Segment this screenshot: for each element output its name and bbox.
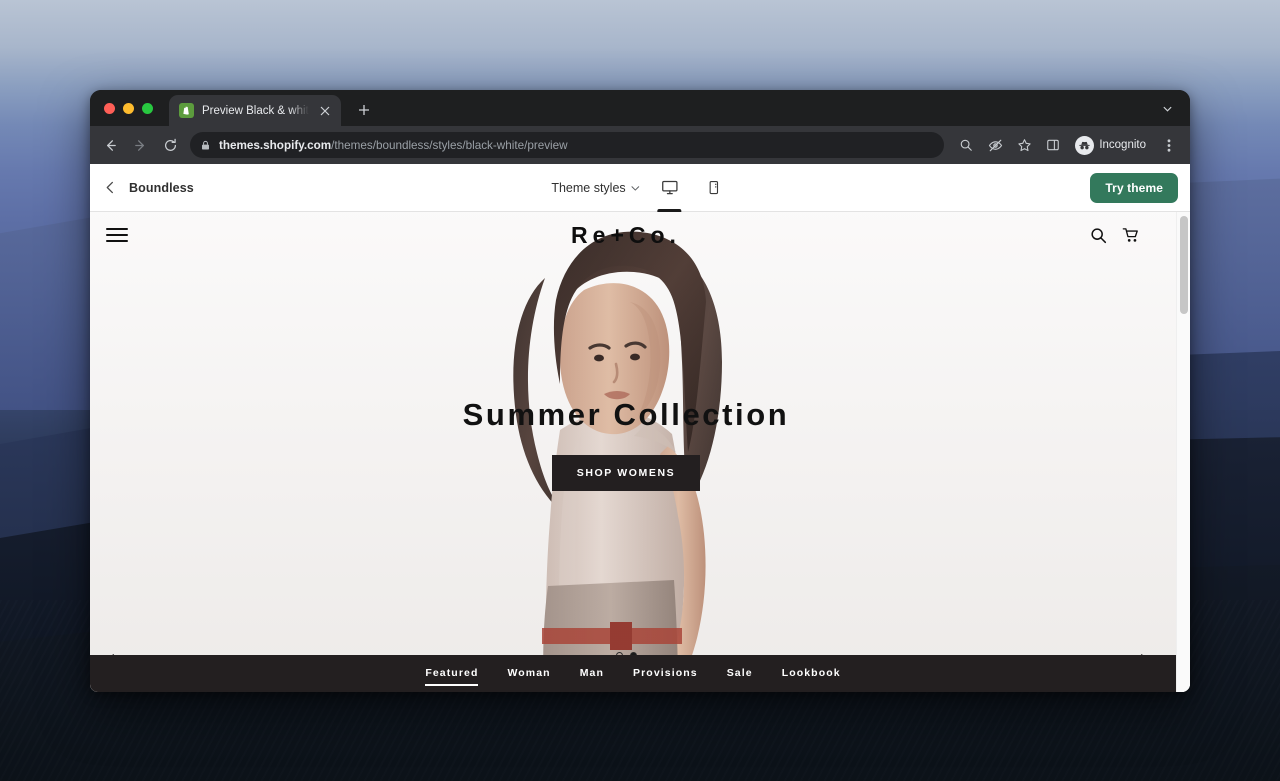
- theme-name-label: Boundless: [129, 180, 194, 195]
- store-header-actions: [1090, 226, 1140, 244]
- close-icon[interactable]: [317, 103, 333, 119]
- store-header: Re+Co.: [90, 212, 1162, 258]
- star-icon[interactable]: [1010, 131, 1038, 159]
- chevron-left-icon[interactable]: [98, 176, 122, 200]
- browser-toolbar: themes.shopify.com/themes/boundless/styl…: [90, 126, 1190, 164]
- toolbar-actions: Incognito: [952, 131, 1182, 159]
- theme-styles-label: Theme styles: [551, 180, 626, 195]
- address-bar-url: themes.shopify.com/themes/boundless/styl…: [219, 139, 568, 152]
- chevron-down-icon: [631, 183, 641, 193]
- window-traffic-lights: [102, 90, 159, 126]
- incognito-avatar-icon: [1075, 135, 1095, 155]
- store-bottom-nav: Featured Woman Man Provisions Sale Lookb…: [90, 655, 1176, 692]
- incognito-profile-button[interactable]: Incognito: [1071, 132, 1155, 158]
- hamburger-menu-icon[interactable]: [106, 228, 128, 242]
- tabstrip-right-controls: [1154, 90, 1190, 126]
- nav-item-lookbook[interactable]: Lookbook: [782, 658, 841, 689]
- window-close-button[interactable]: [104, 102, 115, 114]
- try-theme-button[interactable]: Try theme: [1090, 172, 1178, 203]
- browser-tab-title: Preview Black & white Theme: [202, 104, 309, 117]
- search-icon[interactable]: [952, 131, 980, 159]
- desktop-wallpaper: Preview Black & white Theme: [0, 0, 1280, 781]
- browser-tab-strip: Preview Black & white Theme: [90, 90, 1190, 126]
- back-arrow-icon[interactable]: [96, 131, 124, 159]
- desktop-view-button[interactable]: [655, 164, 685, 212]
- page-scrollbar[interactable]: [1176, 212, 1190, 692]
- hero-slide: Re+Co. Summer Collection SHOP WOMENS: [90, 212, 1176, 692]
- nav-item-provisions[interactable]: Provisions: [633, 658, 698, 689]
- hero-content: Summer Collection SHOP WOMENS: [90, 397, 1162, 491]
- search-icon[interactable]: [1090, 227, 1107, 244]
- nav-item-woman[interactable]: Woman: [507, 658, 550, 689]
- incognito-label: Incognito: [1099, 139, 1146, 151]
- forward-arrow-icon[interactable]: [126, 131, 154, 159]
- browser-window: Preview Black & white Theme: [90, 90, 1190, 692]
- new-tab-button[interactable]: [351, 97, 377, 123]
- browser-tab[interactable]: Preview Black & white Theme: [169, 95, 341, 126]
- url-host: themes.shopify.com: [219, 138, 332, 152]
- nav-item-featured[interactable]: Featured: [425, 658, 479, 689]
- mobile-phone-icon: [706, 180, 721, 195]
- preview-bar-left: Boundless: [98, 176, 194, 200]
- desktop-monitor-icon: [661, 179, 678, 196]
- chevron-down-icon[interactable]: [1154, 95, 1180, 121]
- url-path: /themes/boundless/styles/black-white/pre…: [331, 138, 568, 152]
- mobile-view-button[interactable]: [699, 164, 729, 212]
- hero-title: Summer Collection: [462, 397, 790, 432]
- kebab-menu-icon[interactable]: [1156, 131, 1182, 159]
- theme-preview-bar: Boundless Theme styles Try theme: [90, 164, 1190, 212]
- side-panel-icon[interactable]: [1039, 131, 1067, 159]
- eye-slash-icon[interactable]: [981, 131, 1009, 159]
- window-maximize-button[interactable]: [142, 102, 153, 114]
- reload-icon[interactable]: [156, 131, 184, 159]
- page-viewport: Boundless Theme styles Try theme Re+Co. …: [90, 164, 1190, 692]
- nav-item-man[interactable]: Man: [580, 658, 604, 689]
- nav-item-sale[interactable]: Sale: [727, 658, 753, 689]
- shopify-bag-icon: [179, 103, 194, 118]
- preview-bar-center-controls: Theme styles: [551, 164, 728, 212]
- shop-womens-button[interactable]: SHOP WOMENS: [551, 455, 701, 491]
- window-minimize-button[interactable]: [123, 102, 134, 114]
- shopping-cart-icon[interactable]: [1122, 226, 1140, 244]
- store-brand-logo[interactable]: Re+Co.: [571, 222, 681, 249]
- address-bar[interactable]: themes.shopify.com/themes/boundless/styl…: [190, 132, 945, 158]
- lock-icon: [200, 140, 211, 151]
- store-preview: Re+Co. Summer Collection SHOP WOMENS Fea…: [90, 212, 1190, 692]
- theme-styles-dropdown[interactable]: Theme styles: [551, 181, 640, 195]
- page-scrollbar-thumb[interactable]: [1180, 216, 1188, 314]
